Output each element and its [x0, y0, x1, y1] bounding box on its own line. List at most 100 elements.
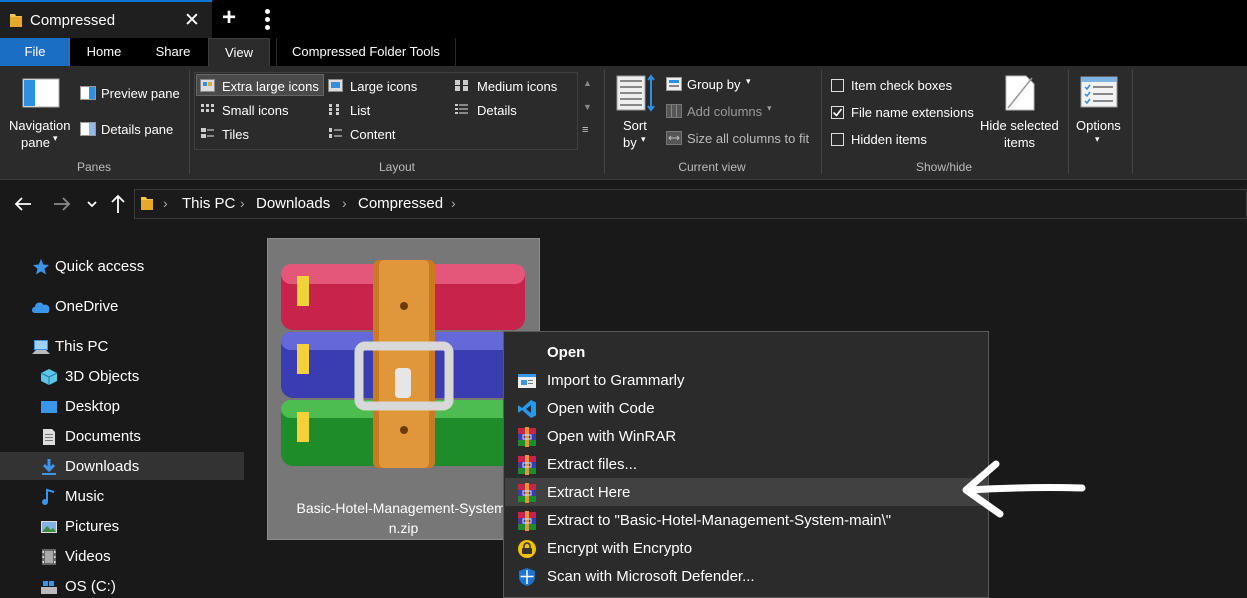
- winrar-icon: [518, 511, 536, 531]
- close-tab-button[interactable]: ✕: [184, 9, 200, 32]
- navigation-pane-icon: [22, 78, 60, 108]
- navigation-pane-label-2: pane: [21, 135, 50, 150]
- window-tab[interactable]: Compressed ✕: [0, 0, 212, 38]
- menu-item-scan-with-defender[interactable]: Scan with Microsoft Defender...: [505, 562, 988, 590]
- medium-icons-option[interactable]: Medium icons: [477, 79, 557, 94]
- file-name-line-1: Basic-Hotel-Management-System-: [296, 500, 511, 516]
- content-option[interactable]: Content: [350, 127, 396, 142]
- sidebar-item-label: Quick access: [55, 258, 145, 275]
- menu-item-extract-to-folder[interactable]: Extract to "Basic-Hotel-Management-Syste…: [505, 506, 988, 534]
- small-icons-option[interactable]: Small icons: [222, 103, 288, 118]
- large-icons-option[interactable]: Large icons: [350, 79, 417, 94]
- details-pane-button[interactable]: Details pane: [101, 122, 173, 137]
- shield-icon: [519, 568, 535, 586]
- back-arrow-icon[interactable]: [14, 196, 32, 212]
- breadcrumb-separator-icon[interactable]: ›: [240, 195, 245, 211]
- gallery-expand-icon[interactable]: ≡: [582, 124, 588, 136]
- more-options-icon[interactable]: [264, 9, 272, 33]
- desktop-icon: [41, 401, 57, 413]
- item-check-boxes-checkbox[interactable]: [831, 79, 844, 92]
- tiles-icon: [201, 128, 214, 138]
- up-arrow-icon[interactable]: [110, 194, 126, 214]
- preview-pane-button[interactable]: Preview pane: [101, 86, 180, 101]
- breadcrumb-separator-icon[interactable]: ›: [451, 195, 456, 211]
- star-icon: [33, 259, 49, 275]
- ribbon: Navigation pane ▾ Preview pane Details p…: [0, 66, 1247, 180]
- menu-item-encrypt-with-encrypto[interactable]: Encrypt with Encrypto: [505, 534, 988, 562]
- breadcrumb-separator-icon[interactable]: ›: [163, 195, 168, 211]
- winrar-icon: [518, 483, 536, 503]
- gallery-scroll-down-icon[interactable]: ▼: [583, 102, 592, 112]
- menu-item-label: Import to Grammarly: [547, 372, 685, 389]
- tiles-option[interactable]: Tiles: [222, 127, 249, 142]
- size-all-columns-button[interactable]: Size all columns to fit: [687, 131, 809, 146]
- options-button[interactable]: Options: [1076, 118, 1121, 133]
- sidebar-item-music[interactable]: Music: [0, 482, 244, 510]
- forward-arrow-icon[interactable]: [53, 196, 71, 212]
- details-pane-icon: [80, 122, 96, 136]
- cube-icon: [40, 369, 58, 385]
- sidebar-item-os-c[interactable]: OS (C:): [0, 572, 244, 598]
- group-label-show-hide: Show/hide: [915, 160, 973, 174]
- gallery-scroll-up-icon[interactable]: ▲: [583, 78, 592, 88]
- breadcrumb-compressed[interactable]: Compressed: [358, 195, 443, 212]
- details-option[interactable]: Details: [477, 103, 517, 118]
- menu-item-extract-files[interactable]: Extract files...: [505, 450, 988, 478]
- sidebar-item-quick-access[interactable]: Quick access: [0, 252, 244, 280]
- item-check-boxes-label: Item check boxes: [851, 78, 953, 93]
- hide-selected-items-label-2: items: [1004, 135, 1036, 150]
- menu-item-extract-here[interactable]: Extract Here: [505, 478, 988, 506]
- hidden-items-checkbox[interactable]: [831, 133, 844, 146]
- menu-item-label: Open with Code: [547, 400, 655, 417]
- ribbon-divider: [604, 70, 605, 174]
- add-columns-button[interactable]: Add columns: [687, 104, 762, 119]
- menu-item-label: Open with WinRAR: [547, 428, 677, 445]
- tab-view[interactable]: View: [208, 38, 270, 66]
- sidebar-item-3d-objects[interactable]: 3D Objects: [0, 362, 244, 390]
- list-icon: [329, 104, 339, 115]
- breadcrumb-this-pc[interactable]: This PC: [182, 195, 235, 212]
- group-by-button[interactable]: Group by: [687, 77, 740, 92]
- tab-home[interactable]: Home: [72, 38, 136, 66]
- breadcrumb-downloads[interactable]: Downloads: [256, 195, 330, 212]
- grammarly-import-icon: [518, 374, 536, 388]
- sidebar-item-this-pc[interactable]: This PC: [0, 332, 244, 360]
- menu-item-label: Encrypt with Encrypto: [547, 540, 693, 557]
- tab-share[interactable]: Share: [140, 38, 206, 66]
- hide-selected-items-button[interactable]: Hide selected: [980, 118, 1059, 133]
- sidebar-item-pictures[interactable]: Pictures: [0, 512, 244, 540]
- menu-item-label: Extract to "Basic-Hotel-Management-Syste…: [547, 512, 892, 529]
- details-icon: [455, 104, 468, 114]
- menu-item-import-to-grammarly[interactable]: Import to Grammarly: [505, 366, 988, 394]
- chevron-down-icon: ▾: [767, 103, 772, 113]
- group-label-current-view: Current view: [678, 160, 746, 174]
- new-tab-button[interactable]: +: [222, 4, 236, 32]
- file-name-extensions-checkbox[interactable]: [831, 106, 844, 119]
- ribbon-divider: [1132, 70, 1133, 174]
- extra-large-icons-option[interactable]: Extra large icons: [222, 79, 319, 94]
- tab-compressed-folder-tools[interactable]: Compressed Folder Tools: [276, 38, 456, 66]
- options-icon: [1080, 76, 1118, 108]
- menu-item-open[interactable]: Open: [505, 338, 988, 366]
- sidebar-item-label: OneDrive: [55, 298, 119, 315]
- folder-icon: [10, 14, 22, 27]
- sidebar-item-downloads[interactable]: Downloads: [0, 452, 244, 480]
- recent-locations-chevron-icon[interactable]: [86, 199, 98, 209]
- breadcrumb-separator-icon[interactable]: ›: [342, 195, 347, 211]
- sidebar-item-desktop[interactable]: Desktop: [0, 392, 244, 420]
- medium-icons-icon: [455, 80, 468, 91]
- sidebar-item-label: This PC: [55, 338, 109, 355]
- menu-item-open-with-code[interactable]: Open with Code: [505, 394, 988, 422]
- sidebar-item-videos[interactable]: Videos: [0, 542, 244, 570]
- navigation-pane-label: Navigation: [9, 118, 71, 133]
- sidebar-item-label: Videos: [65, 548, 111, 565]
- sidebar-item-onedrive[interactable]: OneDrive: [0, 292, 244, 320]
- folder-icon: [141, 197, 153, 210]
- menu-item-open-with-winrar[interactable]: Open with WinRAR: [505, 422, 988, 450]
- list-option[interactable]: List: [350, 103, 370, 118]
- sort-by-button[interactable]: Sort: [623, 118, 647, 133]
- tab-file[interactable]: File: [0, 38, 70, 66]
- menu-item-label: Scan with Microsoft Defender...: [547, 568, 755, 585]
- picture-icon: [41, 521, 57, 533]
- sidebar-item-documents[interactable]: Documents: [0, 422, 244, 450]
